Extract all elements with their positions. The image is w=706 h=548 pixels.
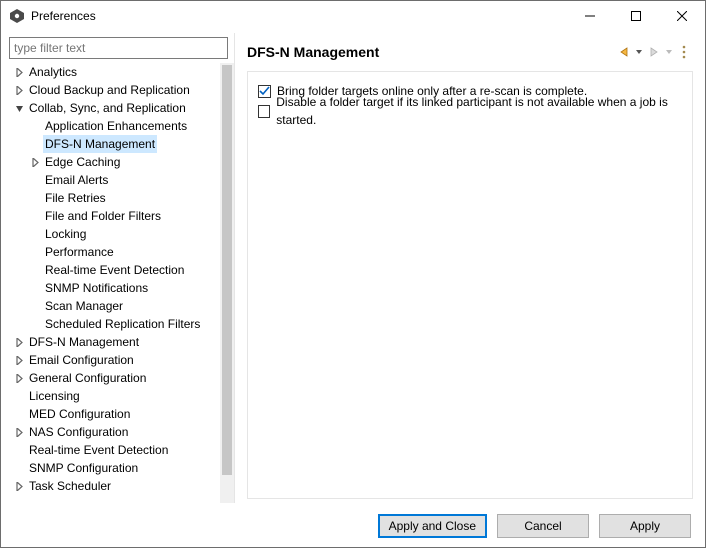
window-title: Preferences — [31, 9, 96, 23]
chevron-right-icon[interactable] — [11, 338, 27, 347]
tree-item-label: Scheduled Replication Filters — [43, 315, 202, 333]
tree-item[interactable]: SNMP Notifications — [9, 279, 217, 297]
tree-item[interactable]: Real-time Event Detection — [9, 261, 217, 279]
tree-item[interactable]: Scan Manager — [9, 297, 217, 315]
tree-wrap: AnalyticsCloud Backup and ReplicationCol… — [9, 63, 234, 503]
tree-item-label: Performance — [43, 243, 116, 261]
tree-item[interactable]: MED Configuration — [9, 405, 217, 423]
nav-forward-menu[interactable] — [665, 43, 673, 61]
chevron-right-icon[interactable] — [11, 86, 27, 95]
content-pane: Bring folder targets online only after a… — [247, 71, 693, 499]
chevron-down-icon[interactable] — [11, 104, 27, 113]
tree-item-label: Collab, Sync, and Replication — [27, 99, 188, 117]
tree-item[interactable]: Analytics — [9, 63, 217, 81]
tree-item-label: Email Alerts — [43, 171, 110, 189]
checkbox[interactable] — [258, 85, 271, 98]
preferences-window: Preferences AnalyticsCloud Backup and Re… — [0, 0, 706, 548]
titlebar: Preferences — [1, 1, 705, 31]
tree-item-label: Scan Manager — [43, 297, 125, 315]
tree-item[interactable]: Performance — [9, 243, 217, 261]
page-header: DFS-N Management — [235, 33, 703, 67]
tree-item[interactable]: Cloud Backup and Replication — [9, 81, 217, 99]
tree-item-label: DFS-N Management — [27, 333, 141, 351]
tree-item-label: SNMP Notifications — [43, 279, 150, 297]
tree-item-label: DFS-N Management — [43, 135, 157, 153]
tree-scrollbar[interactable] — [219, 63, 234, 503]
apply-button[interactable]: Apply — [599, 514, 691, 538]
chevron-right-icon[interactable] — [11, 356, 27, 365]
tree-item-label: Application Enhancements — [43, 117, 189, 135]
preferences-tree[interactable]: AnalyticsCloud Backup and ReplicationCol… — [9, 63, 219, 503]
tree-item-label: Licensing — [27, 387, 82, 405]
tree-item[interactable]: File and Folder Filters — [9, 207, 217, 225]
filter-input[interactable] — [9, 37, 228, 59]
tree-item[interactable]: Licensing — [9, 387, 217, 405]
checkbox[interactable] — [258, 105, 270, 118]
tree-item-label: General Configuration — [27, 369, 148, 387]
tree-item-label: Email Configuration — [27, 351, 136, 369]
content-area: AnalyticsCloud Backup and ReplicationCol… — [1, 31, 705, 505]
footer: Apply and Close Cancel Apply — [1, 505, 705, 547]
filter-box — [9, 37, 228, 59]
tree-item[interactable]: NAS Configuration — [9, 423, 217, 441]
tree-item[interactable]: SNMP Configuration — [9, 459, 217, 477]
tree-item-label: MED Configuration — [27, 405, 132, 423]
tree-item-label: Cloud Backup and Replication — [27, 81, 192, 99]
nav-icons — [615, 43, 693, 61]
minimize-button[interactable] — [567, 1, 613, 31]
left-pane: AnalyticsCloud Backup and ReplicationCol… — [3, 33, 234, 503]
tree-item-label: Locking — [43, 225, 88, 243]
tree-item[interactable]: Application Enhancements — [9, 117, 217, 135]
nav-menu-button[interactable] — [675, 43, 693, 61]
apply-close-button[interactable]: Apply and Close — [378, 514, 487, 538]
chevron-right-icon[interactable] — [11, 374, 27, 383]
tree-item[interactable]: Email Configuration — [9, 351, 217, 369]
tree-item-label: NAS Configuration — [27, 423, 130, 441]
tree-item[interactable]: DFS-N Management — [9, 135, 217, 153]
tree-item[interactable]: Task Scheduler — [9, 477, 217, 495]
option-row: Disable a folder target if its linked pa… — [258, 102, 682, 120]
chevron-right-icon[interactable] — [11, 482, 27, 491]
chevron-right-icon[interactable] — [11, 428, 27, 437]
nav-back-menu[interactable] — [635, 43, 643, 61]
right-pane: DFS-N Management Bring folder targets on… — [234, 33, 703, 503]
nav-forward-button[interactable] — [645, 43, 663, 61]
tree-item-label: Real-time Event Detection — [43, 261, 186, 279]
tree-item-label: File and Folder Filters — [43, 207, 163, 225]
scrollbar-thumb[interactable] — [222, 65, 232, 475]
tree-item[interactable]: DFS-N Management — [9, 333, 217, 351]
tree-item-label: Task Scheduler — [27, 477, 113, 495]
tree-item[interactable]: Collab, Sync, and Replication — [9, 99, 217, 117]
tree-item[interactable]: Scheduled Replication Filters — [9, 315, 217, 333]
tree-item-label: Edge Caching — [43, 153, 122, 171]
tree-item-label: Real-time Event Detection — [27, 441, 170, 459]
tree-item-label: File Retries — [43, 189, 108, 207]
cancel-button[interactable]: Cancel — [497, 514, 589, 538]
page-title: DFS-N Management — [247, 44, 615, 60]
chevron-right-icon[interactable] — [27, 158, 43, 167]
maximize-button[interactable] — [613, 1, 659, 31]
tree-item-label: Analytics — [27, 63, 79, 81]
close-button[interactable] — [659, 1, 705, 31]
app-icon — [9, 8, 25, 24]
tree-item[interactable]: File Retries — [9, 189, 217, 207]
chevron-right-icon[interactable] — [11, 68, 27, 77]
tree-item[interactable]: Email Alerts — [9, 171, 217, 189]
nav-back-button[interactable] — [615, 43, 633, 61]
tree-item[interactable]: Real-time Event Detection — [9, 441, 217, 459]
tree-item[interactable]: Edge Caching — [9, 153, 217, 171]
tree-item[interactable]: Locking — [9, 225, 217, 243]
tree-item-label: SNMP Configuration — [27, 459, 140, 477]
option-label: Disable a folder target if its linked pa… — [276, 93, 682, 129]
tree-item[interactable]: General Configuration — [9, 369, 217, 387]
